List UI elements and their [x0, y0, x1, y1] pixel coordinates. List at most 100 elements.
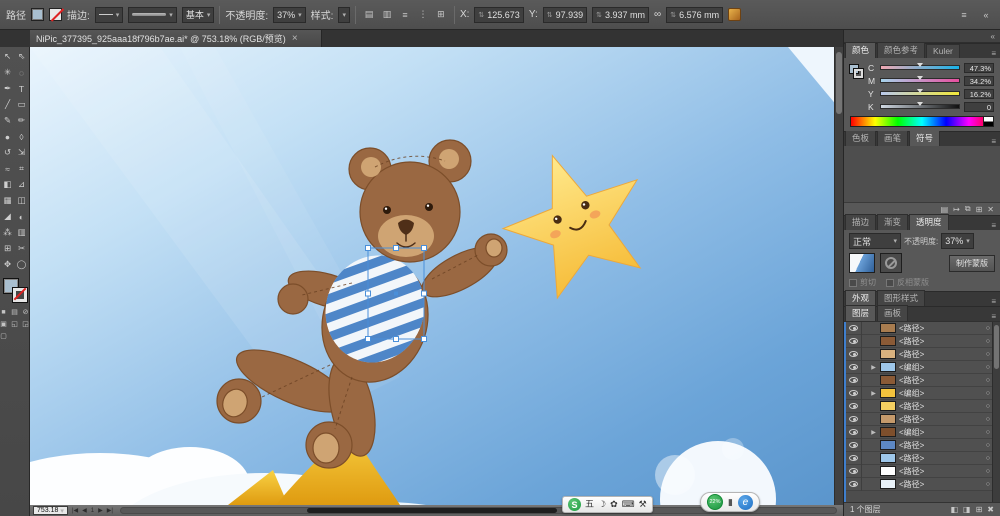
lock-column[interactable]: [861, 334, 867, 348]
draw-normal-icon[interactable]: ▣: [0, 319, 8, 329]
width-profile-select[interactable]: ▾: [128, 6, 177, 23]
prev-artboard-icon[interactable]: ◀: [81, 507, 88, 514]
horizontal-scrollbar-thumb[interactable]: [306, 508, 558, 513]
gradient-mode-icon[interactable]: ▤: [10, 307, 19, 317]
stroke-color-swatch[interactable]: [11, 287, 28, 303]
layer-name[interactable]: <路径>: [899, 466, 924, 477]
stepper-icon[interactable]: ⇅: [596, 11, 602, 19]
zoom-tool[interactable]: ◯: [15, 257, 29, 272]
expander-icon[interactable]: ▶: [870, 390, 877, 397]
layer-name[interactable]: <路径>: [899, 336, 924, 347]
target-icon[interactable]: ○: [986, 325, 990, 332]
blend-tool[interactable]: ◐: [15, 209, 29, 224]
layer-name[interactable]: <编组>: [899, 362, 924, 373]
target-icon[interactable]: ○: [986, 390, 990, 397]
tab-brushes[interactable]: 画笔: [877, 130, 909, 146]
panel-menu-icon[interactable]: ≡: [987, 49, 1000, 58]
draw-inside-icon[interactable]: ◲: [21, 319, 30, 329]
stroke-weight-select[interactable]: ▾: [94, 6, 124, 23]
lasso-tool[interactable]: ◌: [15, 65, 29, 80]
lock-column[interactable]: [861, 386, 867, 400]
layer-name[interactable]: <路径>: [899, 401, 924, 412]
panel-menu-icon[interactable]: ≡: [987, 137, 1000, 146]
artboard-tool[interactable]: ⊞: [1, 241, 15, 256]
lock-column[interactable]: [861, 399, 867, 413]
stepper-icon[interactable]: ⇅: [670, 11, 676, 19]
power-icon[interactable]: ▮: [728, 497, 733, 508]
line-segment-tool[interactable]: ╱: [1, 97, 15, 112]
collapse-dock-icon[interactable]: «: [978, 7, 994, 23]
channel-slider[interactable]: [880, 89, 960, 96]
layer-row[interactable]: <路径> ○: [846, 451, 992, 465]
blob-brush-tool[interactable]: ●: [1, 129, 15, 144]
vertical-scrollbar-thumb[interactable]: [836, 52, 842, 114]
target-icon[interactable]: ○: [986, 338, 990, 345]
make-clip-mask-icon[interactable]: ◧: [950, 505, 958, 514]
break-link-icon[interactable]: ⧉: [965, 204, 971, 214]
canvas-artwork[interactable]: [30, 47, 843, 505]
tab-color[interactable]: 颜色: [845, 42, 877, 58]
layer-name[interactable]: <编组>: [899, 388, 924, 399]
layer-name[interactable]: <路径>: [899, 375, 924, 386]
new-sublayer-icon[interactable]: ◨: [963, 505, 971, 514]
channel-value-input[interactable]: 16.2%: [964, 88, 994, 99]
visibility-eye-icon[interactable]: [849, 364, 858, 370]
channel-slider[interactable]: [880, 76, 960, 83]
rectangle-tool[interactable]: ▭: [15, 97, 29, 112]
document-tab[interactable]: NiPic_377395_925aaa18f796b7ae.ai* @ 753.…: [30, 30, 322, 47]
ime-mode-label[interactable]: 五: [585, 500, 594, 509]
target-icon[interactable]: ○: [986, 429, 990, 436]
layer-row[interactable]: ▶ <编组> ○: [846, 425, 992, 439]
visibility-eye-icon[interactable]: [849, 442, 858, 448]
symbol-sprayer-tool[interactable]: ⁂: [1, 225, 15, 240]
artboard-number[interactable]: 1: [90, 508, 95, 514]
lock-column[interactable]: [861, 412, 867, 426]
direct-selection-tool[interactable]: ⇖: [15, 49, 29, 64]
screen-mode-icon[interactable]: ▢: [0, 331, 8, 341]
invert-mask-checkbox[interactable]: 反相蒙版: [886, 277, 929, 288]
lock-column[interactable]: [861, 347, 867, 361]
lock-column[interactable]: [861, 360, 867, 374]
canvas-viewport[interactable]: [30, 47, 843, 505]
panel-menu-icon[interactable]: ≡: [987, 221, 1000, 230]
transform-grid-icon[interactable]: ⊞: [433, 7, 449, 23]
layer-name[interactable]: <路径>: [899, 323, 924, 334]
draw-behind-icon[interactable]: ◱: [10, 319, 19, 329]
tab-graphic-styles[interactable]: 图形样式: [877, 290, 926, 306]
lock-column[interactable]: [861, 438, 867, 452]
layer-name[interactable]: <路径>: [899, 440, 924, 451]
paintbrush-tool[interactable]: ✎: [1, 113, 15, 128]
link-dimensions-icon[interactable]: ∞: [654, 9, 661, 20]
mesh-tool[interactable]: ▦: [1, 193, 15, 208]
moon-icon[interactable]: ☽: [598, 500, 606, 509]
target-icon[interactable]: ○: [986, 468, 990, 475]
panel-menu-icon[interactable]: ≡: [956, 7, 972, 23]
layer-row[interactable]: ▶ <编组> ○: [846, 360, 992, 374]
last-artboard-icon[interactable]: ▶|: [106, 507, 114, 514]
place-symbol-icon[interactable]: ↦: [953, 205, 960, 214]
symbol-libraries-icon[interactable]: ▤: [941, 205, 949, 214]
layer-row[interactable]: <路径> ○: [846, 477, 992, 491]
collapse-panels-icon[interactable]: «: [991, 32, 995, 41]
pencil-tool[interactable]: ✏: [15, 113, 29, 128]
target-icon[interactable]: ○: [986, 481, 990, 488]
tab-swatches[interactable]: 色板: [845, 130, 877, 146]
pen-tool[interactable]: ✒: [1, 81, 15, 96]
stroke-swatch[interactable]: [49, 8, 62, 21]
tab-gradient[interactable]: 渐变: [877, 214, 909, 230]
channel-value-input[interactable]: 34.2%: [964, 75, 994, 86]
width-tool[interactable]: ≈: [1, 161, 15, 176]
layers-scrollbar-thumb[interactable]: [994, 325, 999, 369]
width-value-input[interactable]: ⇅ 3.937 mm: [592, 6, 650, 23]
layer-row[interactable]: <路径> ○: [846, 347, 992, 361]
channel-slider[interactable]: [880, 63, 960, 70]
opacity-select[interactable]: 37% ▾: [273, 6, 306, 23]
layer-row[interactable]: <路径> ○: [846, 322, 992, 335]
visibility-eye-icon[interactable]: [849, 377, 858, 383]
lock-column[interactable]: [861, 451, 867, 465]
visibility-eye-icon[interactable]: [849, 429, 858, 435]
delete-symbol-icon[interactable]: ✕: [987, 205, 994, 214]
eraser-tool[interactable]: ◊: [15, 129, 29, 144]
make-mask-button[interactable]: 制作蒙版: [949, 254, 995, 272]
tab-layers[interactable]: 图层: [845, 305, 877, 321]
